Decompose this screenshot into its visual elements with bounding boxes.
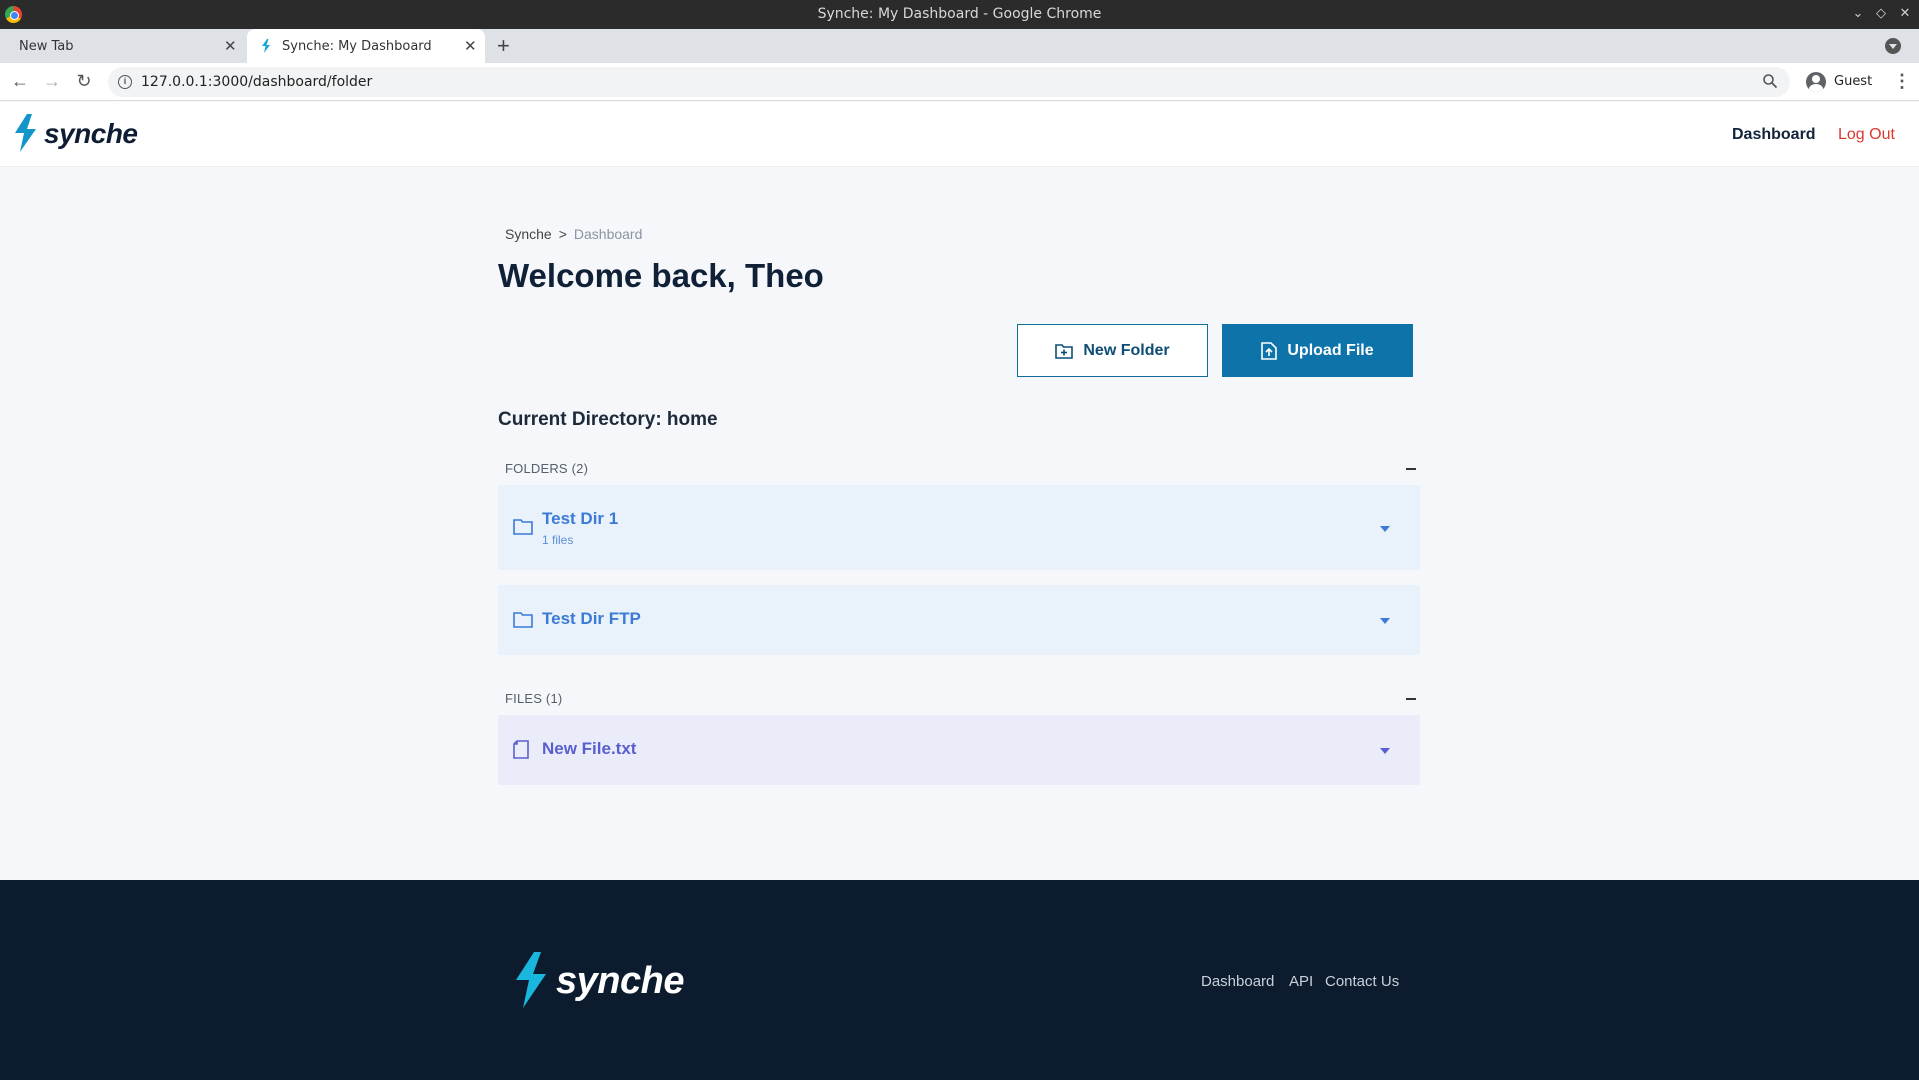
site-header: synche Dashboard Log Out	[0, 102, 1919, 167]
file-name[interactable]: New File.txt	[542, 739, 636, 759]
browser-toolbar: ← → ↻ i 127.0.0.1:3000/dashboard/folder …	[0, 63, 1919, 101]
minimize-icon[interactable]: ⌄	[1848, 4, 1868, 24]
folder-row[interactable]: Test Dir FTP	[498, 585, 1420, 655]
chevron-down-icon[interactable]	[1380, 748, 1390, 754]
browser-menu-icon[interactable]: ⋮	[1893, 71, 1911, 92]
breadcrumb-separator: >	[558, 226, 567, 242]
page-title: Welcome back, Theo	[498, 257, 824, 294]
new-folder-label: New Folder	[1083, 341, 1170, 359]
folder-plus-icon	[1055, 343, 1074, 359]
close-window-icon[interactable]: ✕	[1895, 4, 1915, 24]
chevron-down-icon[interactable]	[1380, 618, 1390, 624]
folders-heading: FOLDERS (2)	[505, 461, 589, 476]
back-arrow-icon[interactable]: ←	[9, 70, 31, 92]
folders-collapse-icon[interactable]	[1406, 468, 1416, 470]
tab-search-icon[interactable]	[1885, 38, 1901, 54]
tab-strip: New Tab ✕ Synche: My Dashboard ✕ +	[0, 29, 1919, 63]
breadcrumb-root[interactable]: Synche	[505, 226, 552, 242]
file-icon	[513, 740, 529, 759]
footer-contact-link[interactable]: Contact Us	[1325, 973, 1399, 990]
nav-logout-link[interactable]: Log Out	[1838, 126, 1895, 144]
current-directory: Current Directory: home	[498, 409, 718, 430]
breadcrumb: Synche > Dashboard	[505, 226, 642, 242]
files-heading: FILES (1)	[505, 691, 563, 706]
files-collapse-icon[interactable]	[1406, 698, 1416, 700]
tab-label: New Tab	[19, 39, 74, 54]
zoom-magnifier-icon[interactable]	[1762, 73, 1778, 89]
folder-icon	[513, 519, 533, 535]
folder-row[interactable]: Test Dir 1 1 files	[498, 485, 1420, 570]
window-titlebar: Synche: My Dashboard - Google Chrome ⌄ ◇…	[0, 0, 1919, 29]
site-footer: synche Dashboard API Contact Us	[0, 880, 1919, 1080]
synche-bolt-icon	[15, 114, 36, 152]
close-tab-icon[interactable]: ✕	[224, 37, 237, 55]
nav-dashboard-link[interactable]: Dashboard	[1732, 126, 1816, 144]
maximize-icon[interactable]: ◇	[1871, 4, 1891, 24]
folder-name[interactable]: Test Dir 1	[542, 509, 618, 529]
new-folder-button[interactable]: New Folder	[1017, 324, 1208, 377]
tab-synche-dashboard[interactable]: Synche: My Dashboard ✕	[247, 29, 485, 63]
site-info-icon[interactable]: i	[118, 75, 132, 89]
chevron-down-icon[interactable]	[1380, 526, 1390, 532]
synche-bolt-icon	[516, 952, 546, 1008]
upload-file-label: Upload File	[1287, 341, 1374, 359]
folder-icon	[513, 612, 533, 628]
address-bar[interactable]: i 127.0.0.1:3000/dashboard/folder	[108, 67, 1790, 97]
new-tab-plus-icon[interactable]: +	[497, 33, 510, 59]
profile-button[interactable]: Guest	[1800, 69, 1880, 95]
brand-wordmark: synche	[44, 118, 138, 149]
synche-favicon-icon	[262, 39, 270, 53]
footer-api-link[interactable]: API	[1289, 973, 1313, 990]
file-row[interactable]: New File.txt	[498, 715, 1420, 785]
folder-name[interactable]: Test Dir FTP	[542, 609, 641, 629]
tab-label: Synche: My Dashboard	[282, 39, 432, 54]
url-text[interactable]: 127.0.0.1:3000/dashboard/folder	[141, 74, 372, 90]
close-tab-icon[interactable]: ✕	[464, 37, 477, 55]
reload-icon[interactable]: ↻	[73, 70, 95, 92]
window-title: Synche: My Dashboard - Google Chrome	[817, 6, 1102, 22]
breadcrumb-current: Dashboard	[573, 226, 643, 242]
tab-new-tab[interactable]: New Tab ✕	[0, 29, 245, 63]
footer-dashboard-link[interactable]: Dashboard	[1201, 973, 1274, 990]
file-upload-icon	[1261, 341, 1278, 360]
profile-name: Guest	[1834, 74, 1873, 89]
avatar-icon	[1806, 72, 1826, 92]
footer-brand-wordmark: synche	[556, 960, 684, 1002]
upload-file-button[interactable]: Upload File	[1222, 324, 1413, 377]
forward-arrow-icon[interactable]: →	[41, 70, 63, 92]
folder-file-count: 1 files	[542, 533, 574, 547]
